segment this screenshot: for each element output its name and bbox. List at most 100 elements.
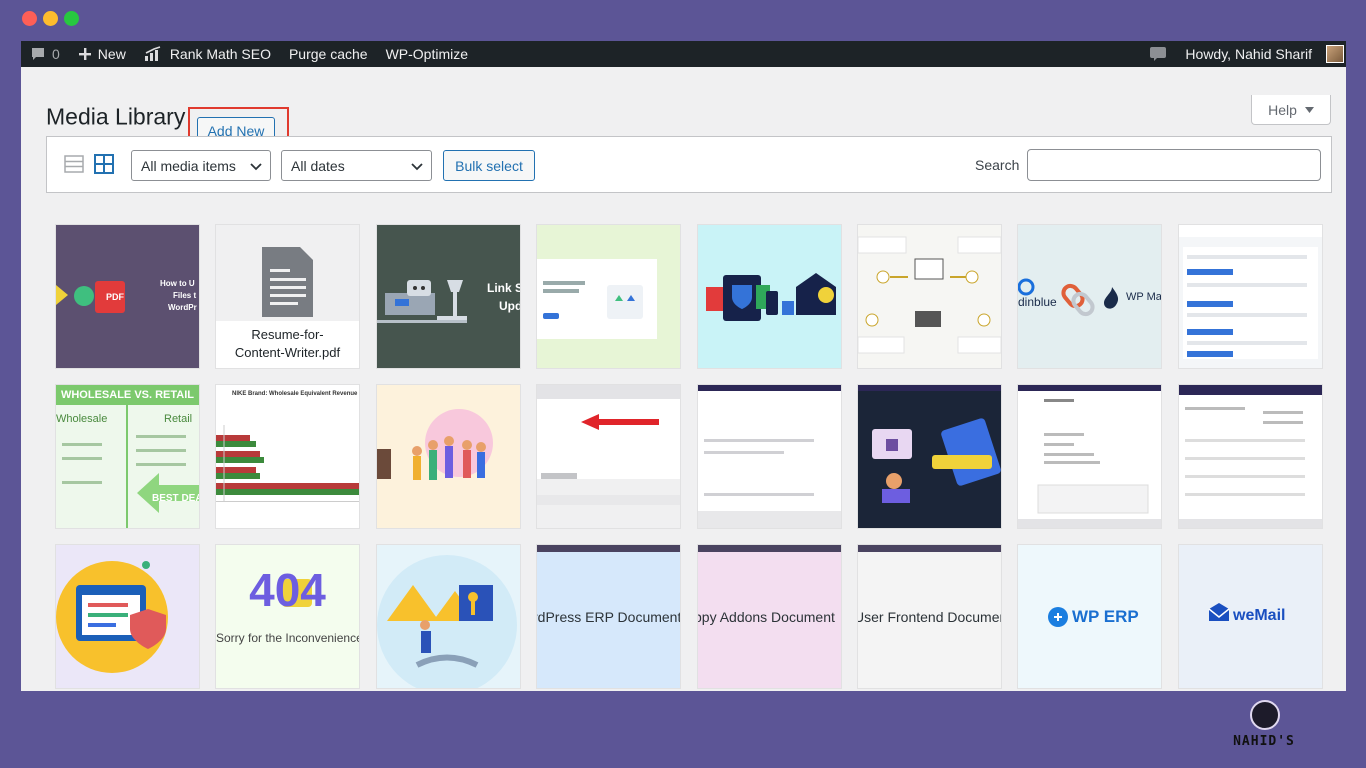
brand-name: NAHID'S [1233, 734, 1295, 749]
page-title: Media Library [46, 103, 186, 130]
search-input[interactable] [1027, 149, 1321, 181]
help-button[interactable]: Help [1251, 95, 1331, 125]
thumbnail-image [858, 385, 1001, 528]
tile-label: Sorry for the Inconvenience [216, 631, 359, 645]
media-item[interactable] [537, 385, 680, 528]
thumbnail-image [1179, 385, 1322, 528]
help-label: Help [1268, 101, 1297, 118]
tile-label: Wholesale [56, 413, 108, 425]
grid-view-icon[interactable] [94, 154, 114, 174]
rank-math-label: Rank Math SEO [169, 46, 271, 62]
comments-count: 0 [52, 46, 60, 62]
tile-label: BEST DEA [152, 493, 199, 504]
tile-label: WP ERP [1072, 607, 1139, 626]
thumbnail-image [698, 225, 841, 368]
list-view-icon[interactable] [64, 154, 84, 174]
file-name-line-2: Content-Writer.pdf [234, 345, 341, 360]
account-menu[interactable]: Howdy, Nahid Sharif [1176, 41, 1346, 67]
error-code: 404 [249, 564, 326, 616]
new-menu[interactable]: New [69, 41, 135, 67]
media-item[interactable] [1018, 385, 1161, 528]
media-item[interactable] [858, 225, 1001, 368]
media-item[interactable]: NIKE Brand: Wholesale Equivalent Revenue [216, 385, 359, 528]
brand-avatar [1250, 700, 1280, 730]
tile-label: WHOLESALE VS. RETAIL [60, 389, 195, 401]
howdy-label: Howdy, Nahid Sharif [1185, 46, 1312, 62]
rank-math-menu[interactable]: Rank Math SEO [135, 41, 280, 67]
media-item[interactable]: PDF How to U Files t WordPr [56, 225, 199, 368]
date-filter-value: All dates [291, 157, 345, 174]
tile-label: Retail [164, 413, 193, 425]
file-name-line-1: Resume-for- [251, 327, 324, 342]
tile-label: How to U [160, 279, 195, 288]
media-item[interactable]: dinblue WP Mai [1018, 225, 1161, 368]
media-item[interactable]: WHOLESALE VS. RETAIL Wholesale Retail BE… [56, 385, 199, 528]
tile-label: WordPr [168, 303, 197, 312]
wp-optimize-label: WP-Optimize [385, 46, 469, 62]
chevron-down-icon [411, 163, 423, 171]
maximize-window-button[interactable] [64, 11, 79, 26]
notification-icon [1150, 47, 1167, 61]
new-label: New [97, 46, 126, 62]
admin-bar: 0 New Rank Math SEO Purge cache WP-Optim… [21, 41, 1346, 67]
thumbnail-image [56, 545, 199, 688]
window-controls [22, 11, 79, 26]
notification-menu[interactable] [1140, 41, 1176, 67]
thumbnail-image [377, 385, 520, 528]
purge-cache-label: Purge cache [288, 46, 368, 62]
purge-cache-menu[interactable]: Purge cache [280, 41, 377, 67]
wp-optimize-menu[interactable]: WP-Optimize [377, 41, 477, 67]
thumbnail-image [377, 225, 520, 368]
tile-label: dinblue [1018, 295, 1057, 309]
media-item[interactable] [377, 385, 520, 528]
browser-window: 0 New Rank Math SEO Purge cache WP-Optim… [21, 41, 1346, 691]
tile-label: PDF [106, 292, 124, 302]
brand-logo: NAHID'S [1226, 700, 1302, 758]
media-item[interactable]: weMail [1179, 545, 1322, 688]
tile-label: weMail [1233, 607, 1286, 624]
thumbnail-image [56, 385, 199, 528]
media-item[interactable]: 404 Sorry for the Inconvenience [216, 545, 359, 688]
bulk-select-button[interactable]: Bulk select [443, 150, 535, 181]
caret-down-icon [1304, 106, 1314, 113]
comment-icon [32, 48, 44, 60]
media-item[interactable] [1179, 385, 1322, 528]
rank-math-icon [144, 46, 161, 61]
media-type-value: All media items [141, 157, 236, 174]
media-item[interactable] [698, 385, 841, 528]
media-item[interactable]: WP ERP [1018, 545, 1161, 688]
media-item[interactable] [537, 225, 680, 368]
media-item[interactable] [858, 385, 1001, 528]
media-type-select[interactable]: All media items [131, 150, 271, 181]
close-window-button[interactable] [22, 11, 37, 26]
comments-menu[interactable]: 0 [21, 41, 69, 67]
tile-label: Link S [487, 281, 520, 295]
media-item[interactable] [377, 545, 520, 688]
thumbnail-image [698, 385, 841, 528]
chevron-down-icon [250, 163, 262, 171]
thumbnail-image [216, 385, 359, 528]
tile-label: User Frontend Documer [858, 609, 1001, 625]
thumbnail-image [1018, 385, 1161, 528]
media-item[interactable]: Link S Upd [377, 225, 520, 368]
media-item[interactable]: rdPress ERP Document [537, 545, 680, 688]
media-item[interactable] [56, 545, 199, 688]
plus-icon [78, 48, 91, 60]
media-item[interactable]: ppy Addons Document [698, 545, 841, 688]
date-filter-select[interactable]: All dates [281, 150, 432, 181]
media-item[interactable]: User Frontend Documer [858, 545, 1001, 688]
media-item[interactable] [1179, 225, 1322, 368]
tile-label: ppy Addons Document [698, 609, 835, 625]
media-toolbar: All media items All dates Bulk select Se… [46, 136, 1332, 193]
tile-label: rdPress ERP Document [537, 609, 680, 625]
thumbnail-image [377, 545, 520, 688]
media-item[interactable]: Resume-for- Content-Writer.pdf [216, 225, 359, 368]
thumbnail-image [1179, 225, 1322, 368]
minimize-window-button[interactable] [43, 11, 58, 26]
tile-label: Files t [173, 291, 197, 300]
tile-label: NIKE Brand: Wholesale Equivalent Revenue [232, 391, 358, 397]
tile-label: WP Mai [1126, 291, 1161, 303]
thumbnail-image [537, 385, 680, 528]
media-item[interactable] [698, 225, 841, 368]
tile-label: Upd [499, 299, 520, 313]
